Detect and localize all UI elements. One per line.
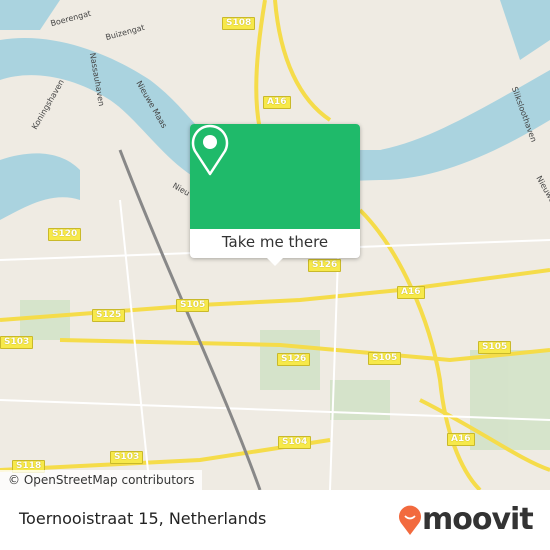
road-shield: S103 [0, 336, 34, 349]
road-shield: S108 [222, 17, 256, 30]
road-shield: A16 [397, 286, 425, 299]
road-shield: S126 [277, 353, 311, 366]
moovit-logo[interactable]: moovit [398, 502, 534, 537]
moovit-wordmark: moovit [422, 502, 534, 537]
road-shield: S105 [368, 352, 402, 365]
road-shield: A16 [447, 433, 475, 446]
road-shield: S120 [48, 228, 82, 241]
road-shield: S105 [478, 341, 512, 354]
map-pin-icon [191, 124, 229, 176]
road-shield: S103 [110, 451, 144, 464]
road-shield: S105 [176, 299, 210, 312]
road-shield: S125 [92, 309, 126, 322]
location-popup: Take me there [190, 124, 360, 266]
road-shield: A16 [263, 96, 291, 109]
popup-header [190, 124, 360, 229]
address-label: Toernooistraat 15, Netherlands [19, 509, 267, 528]
road-shield: S104 [278, 436, 312, 449]
take-me-there-button[interactable]: Take me there [190, 229, 360, 258]
road-shield: S126 [308, 259, 342, 272]
osm-attribution[interactable]: © OpenStreetMap contributors [0, 470, 203, 490]
moovit-pin-icon [399, 505, 421, 535]
footer: Toernooistraat 15, Netherlands moovit [0, 490, 550, 550]
map[interactable]: S108 A16 A16 A16 S120 S125 S103 S105 S10… [0, 0, 550, 490]
